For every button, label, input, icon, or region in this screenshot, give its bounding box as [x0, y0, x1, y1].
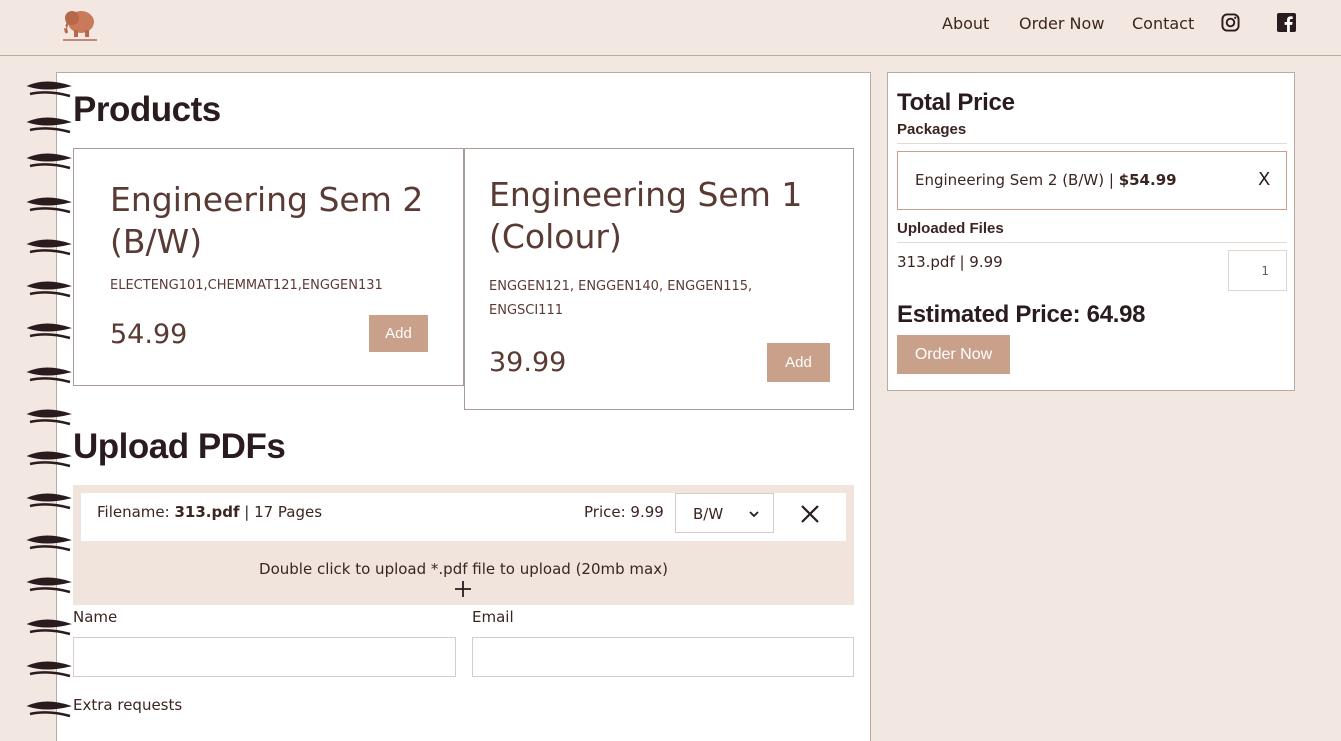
- upload-pdfs-heading: Upload PDFs: [73, 427, 286, 466]
- products-heading: Products: [73, 90, 221, 129]
- name-label: Name: [73, 608, 118, 626]
- divider: [897, 143, 1287, 144]
- nav-link-about[interactable]: About: [942, 14, 989, 33]
- spiral-binding-decoration: [26, 81, 72, 718]
- add-product-button[interactable]: Add: [767, 343, 830, 382]
- product-price: 54.99: [110, 319, 188, 350]
- filename: 313.pdf: [174, 503, 240, 521]
- product-course-codes: ELECTENG101,CHEMMAT121,ENGGEN131: [110, 278, 383, 293]
- divider: [897, 242, 1287, 243]
- remove-package-button[interactable]: X: [1258, 169, 1270, 190]
- package-line: Engineering Sem 2 (B/W) | $54.99: [915, 171, 1177, 189]
- file-price: Price: 9.99: [584, 503, 664, 521]
- uploaded-file-row: Filename: 313.pdf | 17 Pages Price: 9.99…: [81, 493, 846, 541]
- chevron-down-icon: [749, 511, 759, 518]
- file-info: Filename: 313.pdf | 17 Pages: [97, 503, 322, 521]
- name-input[interactable]: [73, 637, 456, 677]
- page-count: | 17 Pages: [239, 503, 323, 521]
- package-price: $54.99: [1118, 171, 1177, 189]
- print-mode-select[interactable]: B/W: [675, 493, 774, 533]
- print-mode-value: B/W: [693, 505, 724, 523]
- selected-package-item: Engineering Sem 2 (B/W) | $54.99 X: [897, 151, 1287, 210]
- mammoth-logo-icon[interactable]: [60, 6, 100, 44]
- plus-icon[interactable]: [455, 581, 471, 597]
- product-card-sem2: Engineering Sem 2 (B/W) ELECTENG101,CHEM…: [73, 148, 464, 386]
- email-label: Email: [472, 608, 514, 626]
- uploaded-files-heading: Uploaded Files: [897, 220, 1004, 237]
- email-input[interactable]: [472, 637, 854, 677]
- total-price-heading: Total Price: [897, 89, 1015, 116]
- instagram-icon[interactable]: [1221, 13, 1240, 32]
- order-summary-panel: Total Price Packages Engineering Sem 2 (…: [887, 72, 1295, 391]
- product-card-sem1: Engineering Sem 1 (Colour) ENGGEN121, EN…: [464, 148, 854, 410]
- add-product-button[interactable]: Add: [369, 315, 428, 352]
- nav-link-contact[interactable]: Contact: [1132, 14, 1194, 33]
- packages-heading: Packages: [897, 121, 967, 138]
- package-name: Engineering Sem 2 (B/W) |: [915, 171, 1119, 189]
- filename-label: Filename:: [97, 503, 175, 521]
- top-navigation-bar: About Order Now Contact: [0, 0, 1341, 56]
- product-name: Engineering Sem 2 (B/W): [110, 180, 424, 261]
- extra-requests-label: Extra requests: [73, 696, 183, 714]
- nav-link-order-now[interactable]: Order Now: [1019, 14, 1104, 33]
- facebook-icon[interactable]: [1277, 13, 1296, 32]
- product-course-codes: ENGGEN121, ENGGEN140, ENGGEN115, ENGSCI1…: [489, 279, 753, 318]
- uploaded-file-summary: 313.pdf | 9.99: [897, 253, 1003, 271]
- product-name: Engineering Sem 1 (Colour): [489, 175, 803, 256]
- quantity-input[interactable]: 1: [1228, 250, 1287, 291]
- product-price: 39.99: [489, 347, 567, 378]
- order-now-button[interactable]: Order Now: [897, 335, 1010, 374]
- upload-instructions: Double click to upload *.pdf file to upl…: [259, 560, 668, 578]
- estimated-price: Estimated Price: 64.98: [897, 301, 1146, 328]
- remove-file-close-icon[interactable]: [799, 503, 821, 525]
- pdf-upload-dropzone[interactable]: Filename: 313.pdf | 17 Pages Price: 9.99…: [73, 485, 854, 605]
